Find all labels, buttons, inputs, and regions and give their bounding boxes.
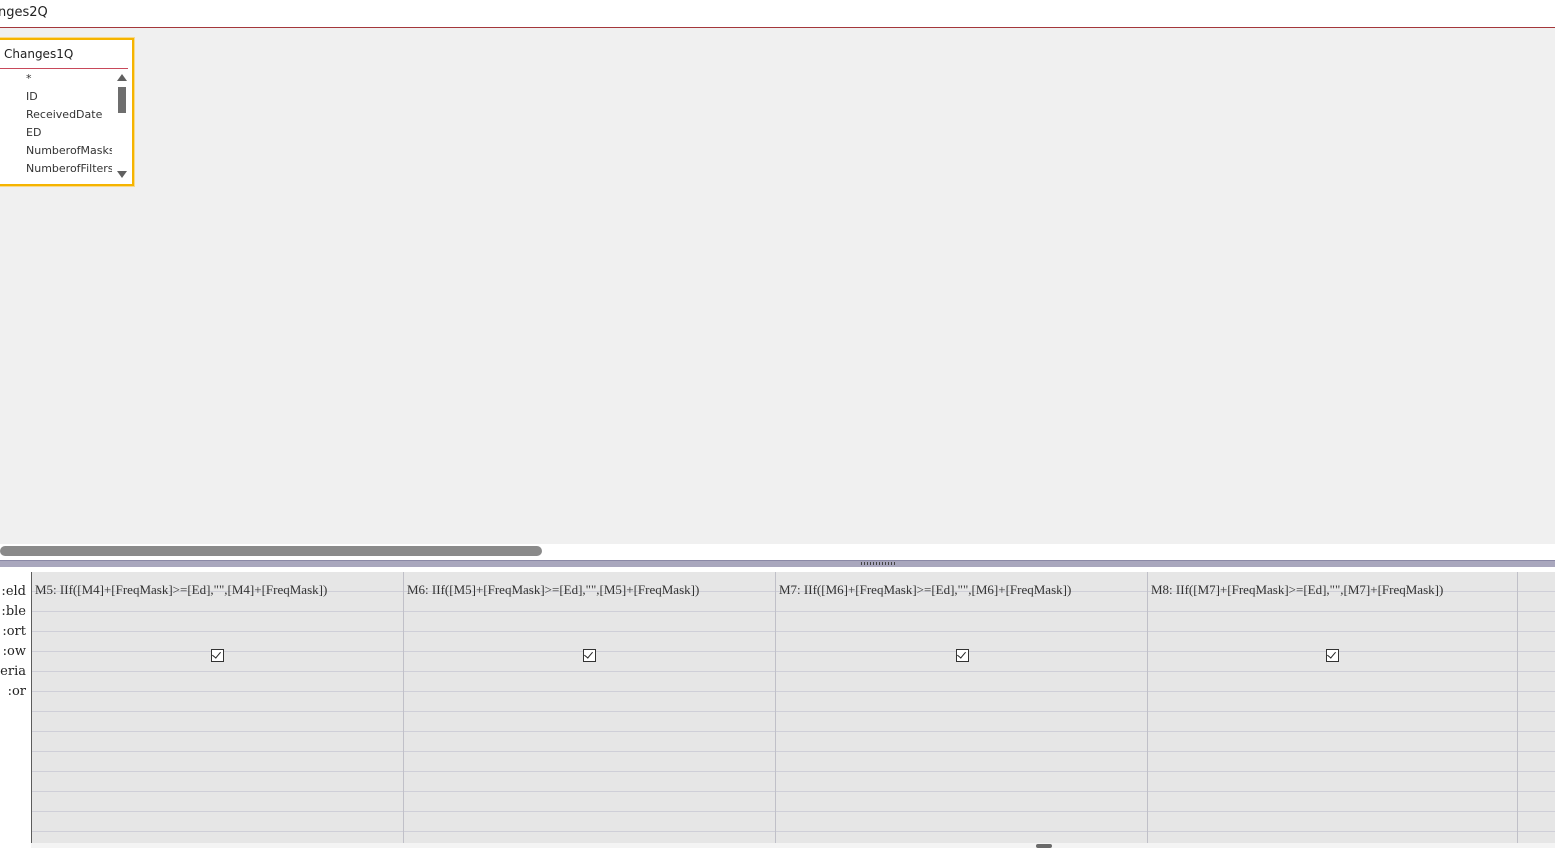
grid-scrollbar-thumb[interactable] — [1036, 844, 1052, 848]
grid-cell[interactable] — [1518, 752, 1555, 772]
grid-cell[interactable] — [776, 692, 1147, 712]
query-design-window: nges2Q Changes1Q * ID ReceivedDate ED Nu… — [0, 0, 1555, 848]
grid-cell[interactable] — [404, 752, 775, 772]
field-list-item[interactable]: NumberofMasks — [0, 142, 112, 160]
show-checkbox[interactable] — [211, 649, 224, 662]
field-list-item[interactable]: ID — [0, 88, 112, 106]
grid-cell[interactable] — [1148, 792, 1517, 812]
grid-cell[interactable] — [404, 732, 775, 752]
field-cell[interactable]: M5: IIf([M4]+[FreqMask]>=[Ed],"",[M4]+[F… — [35, 582, 327, 598]
field-cell[interactable]: M6: IIf([M5]+[FreqMask]>=[Ed],"",[M5]+[F… — [407, 582, 699, 598]
grid-column[interactable]: M7: IIf([M6]+[FreqMask]>=[Ed],"",[M6]+[F… — [776, 572, 1148, 845]
grid-cell[interactable] — [32, 792, 403, 812]
grid-row-labels: eld: ble: ort: ow: eria: or: — [0, 582, 31, 702]
grid-cell[interactable] — [1518, 792, 1555, 812]
check-icon — [957, 649, 966, 659]
check-icon — [584, 649, 593, 659]
grid-cell[interactable] — [1518, 632, 1555, 652]
grid-column[interactable] — [1518, 572, 1555, 845]
grid-cell[interactable] — [32, 752, 403, 772]
grid-cell[interactable] — [1148, 712, 1517, 732]
grid-cell[interactable] — [404, 812, 775, 832]
field-list-title: Changes1Q — [4, 47, 74, 61]
grid-cell[interactable] — [1148, 772, 1517, 792]
grid-cell[interactable] — [1148, 732, 1517, 752]
show-checkbox[interactable] — [956, 649, 969, 662]
grid-cell[interactable] — [404, 712, 775, 732]
field-list: * ID ReceivedDate ED NumberofMasks Numbe… — [0, 70, 112, 182]
grid-cell[interactable] — [404, 672, 775, 692]
grid-column[interactable]: M6: IIf([M5]+[FreqMask]>=[Ed],"",[M5]+[F… — [404, 572, 776, 845]
table-pane-horizontal-scrollbar[interactable] — [0, 546, 542, 556]
grid-cell[interactable] — [1148, 752, 1517, 772]
grid-cell[interactable] — [32, 732, 403, 752]
grid-cell[interactable] — [1518, 732, 1555, 752]
grid-cell[interactable] — [1518, 712, 1555, 732]
grid-cell[interactable] — [776, 672, 1147, 692]
document-tab-title[interactable]: nges2Q — [0, 5, 48, 20]
row-label-sort: ort: — [2, 624, 26, 639]
query-design-grid[interactable]: M5: IIf([M4]+[FreqMask]>=[Ed],"",[M4]+[F… — [31, 572, 1555, 845]
grid-cell[interactable] — [776, 792, 1147, 812]
grid-column[interactable]: M5: IIf([M4]+[FreqMask]>=[Ed],"",[M4]+[F… — [32, 572, 404, 845]
grid-cell[interactable] — [1518, 572, 1555, 592]
scrollbar-thumb[interactable] — [118, 87, 126, 113]
grid-cell[interactable] — [32, 612, 403, 632]
grid-cell[interactable] — [1518, 612, 1555, 632]
show-checkbox[interactable] — [1326, 649, 1339, 662]
field-list-item[interactable]: ReceivedDate — [0, 106, 112, 124]
row-label-field: eld: — [1, 584, 26, 599]
row-label-criteria: eria: — [0, 664, 26, 679]
grid-cell[interactable] — [776, 752, 1147, 772]
field-cell[interactable]: M7: IIf([M6]+[FreqMask]>=[Ed],"",[M6]+[F… — [779, 582, 1071, 598]
grid-cell[interactable] — [1518, 812, 1555, 832]
grid-cell[interactable] — [404, 612, 775, 632]
field-list-item[interactable]: * — [0, 70, 112, 88]
design-grid-area: eld: ble: ort: ow: eria: or: M5: IIf([M4… — [0, 567, 1555, 848]
row-label-table: ble: — [1, 604, 26, 619]
show-checkbox[interactable] — [583, 649, 596, 662]
grid-cell[interactable] — [1148, 672, 1517, 692]
grid-cell[interactable] — [1148, 692, 1517, 712]
field-list-scrollbar[interactable] — [116, 72, 128, 180]
document-tab-bar: nges2Q — [0, 0, 1555, 28]
row-label-or: or: — [7, 684, 26, 699]
field-cell[interactable]: M8: IIf([M7]+[FreqMask]>=[Ed],"",[M7]+[F… — [1151, 582, 1443, 598]
grid-cell[interactable] — [776, 732, 1147, 752]
grid-cell[interactable] — [776, 772, 1147, 792]
field-list-header[interactable]: Changes1Q — [0, 40, 128, 69]
field-list-item[interactable]: ED — [0, 124, 112, 142]
grid-cell[interactable] — [404, 792, 775, 812]
check-icon — [212, 649, 221, 659]
grid-cell[interactable] — [404, 692, 775, 712]
grid-cell[interactable] — [404, 772, 775, 792]
grid-cell[interactable] — [1518, 772, 1555, 792]
field-list-window[interactable]: Changes1Q * ID ReceivedDate ED NumberofM… — [0, 38, 134, 186]
grid-cell[interactable] — [32, 772, 403, 792]
field-list-item[interactable]: NumberofFilters — [0, 160, 112, 178]
scroll-down-arrow-icon[interactable] — [117, 171, 127, 178]
grid-cell[interactable] — [776, 712, 1147, 732]
grid-cell[interactable] — [1518, 592, 1555, 612]
table-pane[interactable]: Changes1Q * ID ReceivedDate ED NumberofM… — [0, 28, 1555, 556]
splitter-grip-icon[interactable] — [861, 562, 897, 565]
grid-cell[interactable] — [1518, 692, 1555, 712]
grid-cell[interactable] — [1148, 812, 1517, 832]
grid-column[interactable]: M8: IIf([M7]+[FreqMask]>=[Ed],"",[M7]+[F… — [1148, 572, 1518, 845]
grid-cell[interactable] — [32, 712, 403, 732]
grid-cell[interactable] — [1518, 652, 1555, 672]
grid-cell[interactable] — [32, 692, 403, 712]
grid-cell[interactable] — [32, 672, 403, 692]
grid-horizontal-scrollbar[interactable] — [31, 843, 1555, 848]
grid-cell[interactable] — [776, 612, 1147, 632]
pane-splitter[interactable] — [0, 560, 1555, 567]
grid-cell[interactable] — [1148, 612, 1517, 632]
grid-cell[interactable] — [776, 812, 1147, 832]
scroll-up-arrow-icon[interactable] — [117, 74, 127, 81]
grid-cell[interactable] — [32, 812, 403, 832]
row-label-show: ow: — [2, 644, 26, 659]
grid-cell[interactable] — [1518, 672, 1555, 692]
check-icon — [1327, 649, 1336, 659]
